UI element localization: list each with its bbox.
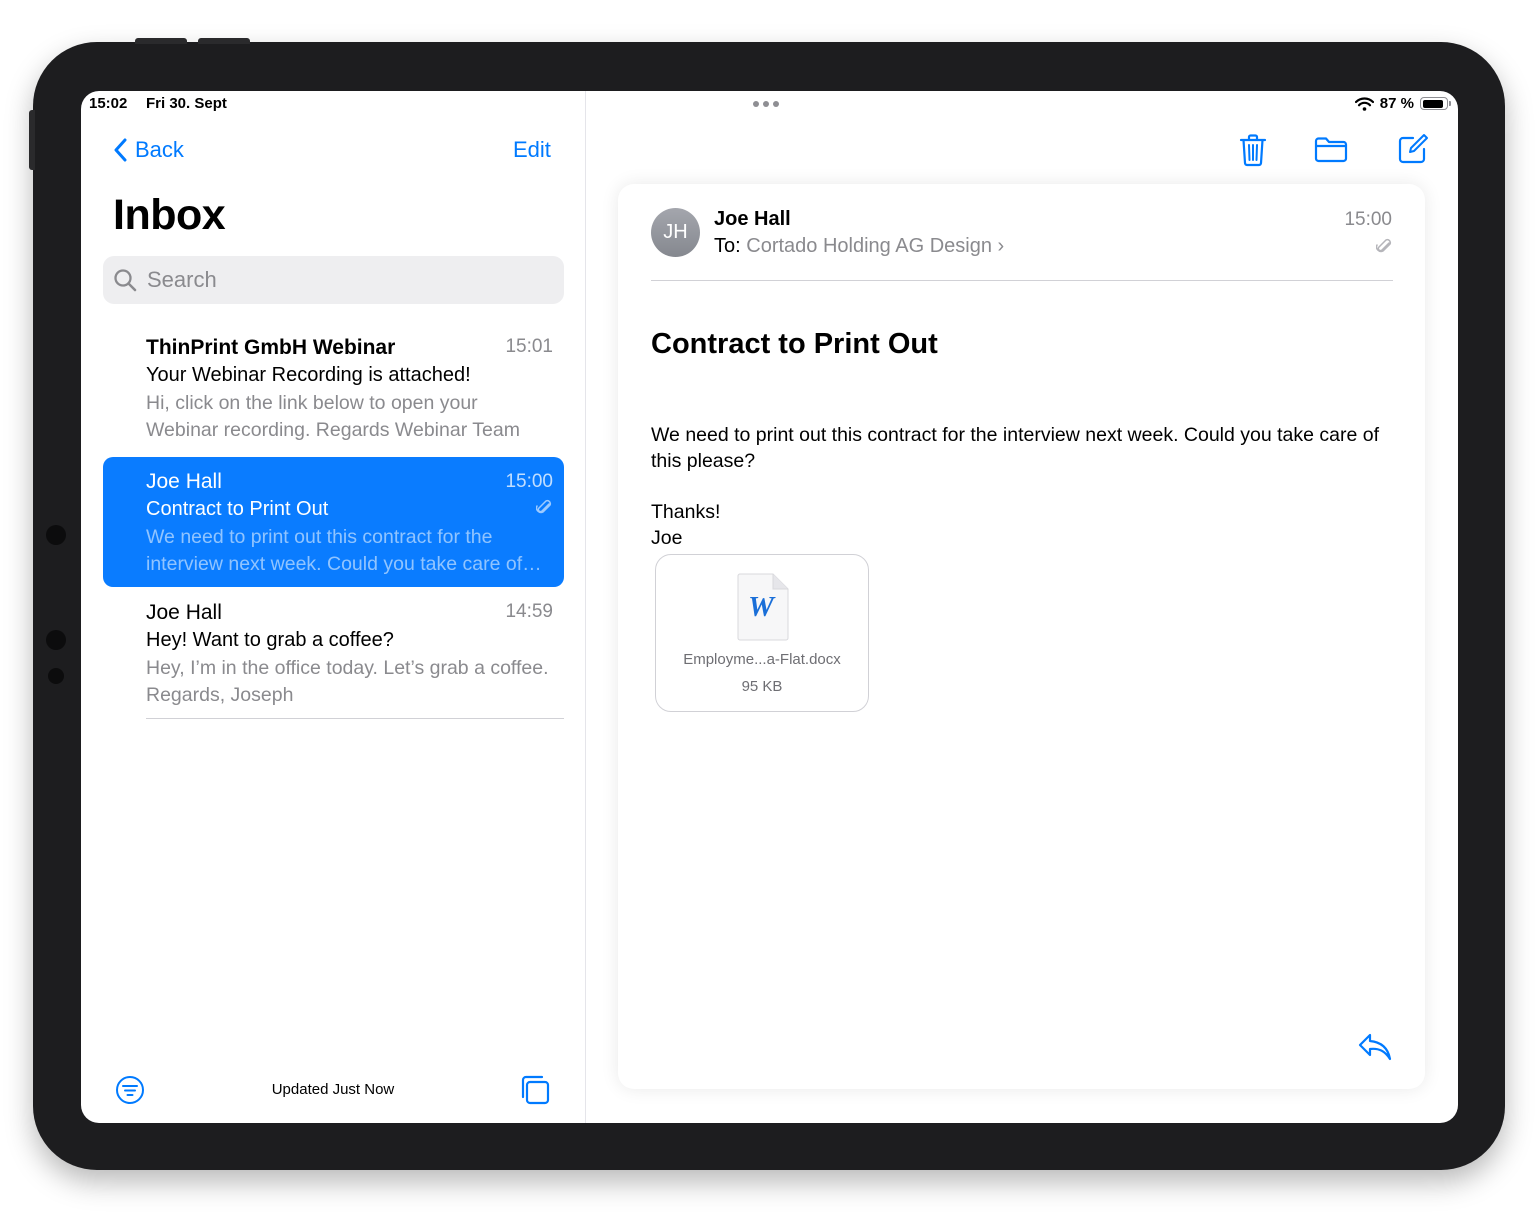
trash-icon[interactable] xyxy=(1239,133,1267,167)
mail-subject: Your Webinar Recording is attached! xyxy=(146,364,471,386)
word-letter: W xyxy=(748,591,776,623)
mail-preview: Hi, click on the link below to open your… xyxy=(146,392,520,441)
compose-icon[interactable] xyxy=(1397,133,1429,165)
body-paragraph: We need to print out this contract for t… xyxy=(651,424,1380,472)
mail-list-item[interactable]: Joe Hall 14:59 Hey! Want to grab a coffe… xyxy=(103,601,564,716)
word-doc-icon: W xyxy=(737,573,789,641)
attachment-tile[interactable]: W Employme...a-Flat.docx 95 KB xyxy=(655,554,869,712)
attachment-size: 95 KB xyxy=(741,678,783,695)
attachment-name: Employme...a-Flat.docx xyxy=(683,651,841,668)
status-indicators: 87 % xyxy=(1354,95,1451,112)
mail-time: 15:00 xyxy=(505,471,553,492)
message-card: JH Joe Hall To: Cortado Holding AG Desig… xyxy=(618,184,1425,1089)
mail-list-pane: Back Edit Inbox ThinPrint GmbH Webinar 1… xyxy=(81,91,586,1123)
mail-time: 14:59 xyxy=(505,601,553,622)
screen: 15:02 Fri 30. Sept 87 % Back Edit Inbox … xyxy=(81,91,1458,1123)
body-thanks: Thanks! xyxy=(651,501,721,523)
folder-icon[interactable] xyxy=(1314,135,1348,163)
search-icon xyxy=(114,269,137,292)
battery-icon xyxy=(1420,97,1451,110)
top-button xyxy=(198,38,250,44)
back-chevron-icon xyxy=(114,138,127,162)
message-body: We need to print out this contract for t… xyxy=(651,422,1391,551)
mail-subject: Contract to Print Out xyxy=(146,498,329,520)
top-button xyxy=(135,38,187,44)
update-status: Updated Just Now xyxy=(271,1081,395,1098)
header-divider xyxy=(651,280,1393,281)
side-button xyxy=(29,110,35,170)
avatar[interactable]: JH xyxy=(651,208,700,257)
message-time: 15:00 xyxy=(1344,209,1392,230)
mail-sender: ThinPrint GmbH Webinar xyxy=(146,336,396,359)
mail-list-item-selected[interactable]: Joe Hall 15:00 Contract to Print Out We … xyxy=(103,457,564,587)
message-subject: Contract to Print Out xyxy=(651,328,938,360)
edit-button[interactable]: Edit xyxy=(513,137,551,163)
mail-sender: Joe Hall xyxy=(146,470,222,493)
list-divider xyxy=(146,718,564,719)
back-button[interactable]: Back xyxy=(113,137,184,163)
chevron-right-icon: › xyxy=(997,235,1005,257)
page-title: Inbox xyxy=(113,191,226,239)
reply-icon[interactable] xyxy=(1358,1032,1392,1062)
to-label: To: xyxy=(714,235,741,257)
mail-time: 15:01 xyxy=(505,336,553,357)
paperclip-icon xyxy=(536,499,552,514)
camera-sensor xyxy=(46,630,66,650)
search-bar[interactable] xyxy=(103,256,564,304)
stack-icon[interactable] xyxy=(518,1073,552,1107)
paperclip-icon xyxy=(1376,238,1392,253)
mail-preview: Hey, I’m in the office today. Let’s grab… xyxy=(146,657,549,706)
mail-sender: Joe Hall xyxy=(146,601,222,624)
camera-sensor xyxy=(48,668,64,684)
back-label: Back xyxy=(135,137,184,162)
sender-name[interactable]: Joe Hall xyxy=(714,208,791,231)
battery-percent: 87 % xyxy=(1379,95,1414,112)
front-camera xyxy=(46,525,66,545)
mail-preview: We need to print out this contract for t… xyxy=(146,526,523,575)
recipient-line[interactable]: To: Cortado Holding AG Design › xyxy=(714,235,1004,258)
search-input[interactable] xyxy=(145,266,549,294)
multitasking-dots[interactable] xyxy=(753,101,779,107)
recipient-name: Cortado Holding AG Design xyxy=(746,235,992,257)
wifi-icon xyxy=(1354,96,1374,111)
body-signoff: Joe xyxy=(651,527,683,549)
mail-list-item[interactable]: ThinPrint GmbH Webinar 15:01 Your Webina… xyxy=(103,336,564,446)
mail-subject: Hey! Want to grab a coffee? xyxy=(146,629,394,651)
bottom-toolbar: Updated Just Now xyxy=(81,1067,585,1115)
